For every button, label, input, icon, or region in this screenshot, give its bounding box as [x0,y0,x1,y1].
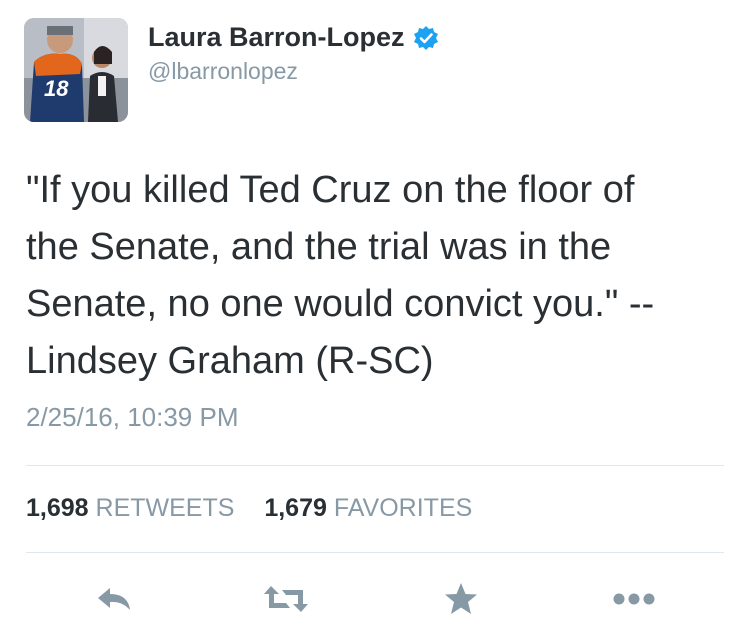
favorite-button[interactable] [436,579,486,619]
divider-top [26,465,724,466]
retweets-count: 1,698 [26,494,89,522]
display-name[interactable]: Laura Barron-Lopez [148,22,405,53]
favorites-count: 1,679 [264,494,327,522]
more-button[interactable] [609,579,659,619]
tweet-actions [0,575,750,625]
divider-bottom [26,552,724,553]
jersey-number: 18 [44,76,69,101]
avatar-photo: 18 [24,18,128,122]
tweet-timestamp[interactable]: 2/25/16, 10:39 PM [26,402,238,433]
favorites-label: FAVORITES [333,494,473,522]
retweet-button[interactable] [261,579,311,619]
retweet-icon [264,586,308,612]
star-icon [445,583,477,614]
retweets-stat[interactable]: 1,698 RETWEETS [26,494,241,522]
retweets-label: RETWEETS [95,494,235,522]
reply-button[interactable] [89,579,139,619]
tweet-text: "If you killed Ted Cruz on the floor of … [26,169,655,382]
favorites-stat[interactable]: 1,679 FAVORITES [264,494,472,522]
avatar[interactable]: 18 [24,18,128,122]
user-handle[interactable]: @lbarronlopez [148,58,298,85]
tweet-stats: 1,698 RETWEETS 1,679 FAVORITES [26,494,472,523]
more-icon [613,593,655,605]
user-name-row: Laura Barron-Lopez [148,22,439,53]
verified-badge-icon [413,25,439,51]
reply-icon [98,588,130,610]
